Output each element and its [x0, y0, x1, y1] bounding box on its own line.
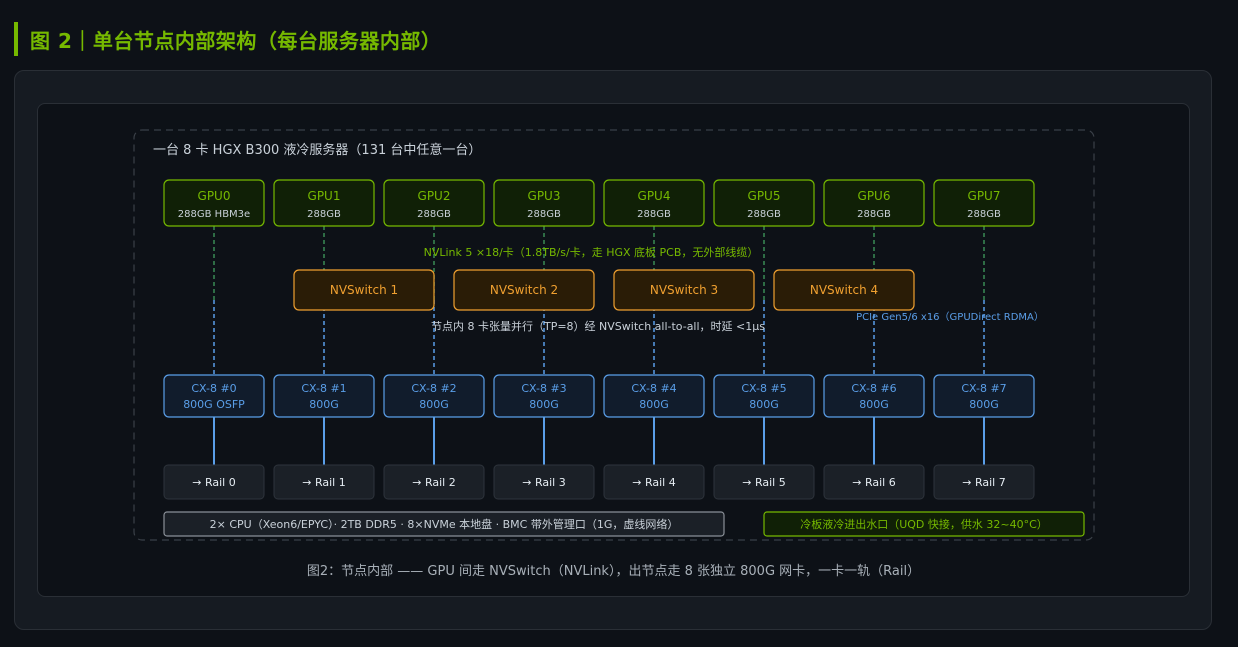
- gpu-1: GPU1 288GB: [273, 179, 375, 227]
- nic-name: CX-8 #1: [301, 382, 346, 395]
- rail-label: → Rail 7: [962, 476, 1005, 489]
- gpu-memory: 288GB: [637, 209, 671, 220]
- tp-note: 节点内 8 卡张量并行（TP=8）经 NVSwitch all-to-all，时…: [431, 319, 765, 333]
- nic-speed: 800G: [309, 398, 339, 411]
- rail-4: → Rail 4: [603, 464, 705, 500]
- nvswitch-3: NVSwitch 3: [613, 269, 755, 311]
- gpu-5: GPU5 288GB: [713, 179, 815, 227]
- gpu-memory: 288GB: [747, 209, 781, 220]
- rail-label: → Rail 6: [852, 476, 895, 489]
- gpu-memory: 288GB HBM3e: [178, 209, 250, 220]
- rail-label: → Rail 5: [742, 476, 785, 489]
- nic-speed: 800G: [969, 398, 999, 411]
- nic-name: CX-8 #2: [411, 382, 456, 395]
- nic-speed: 800G: [639, 398, 669, 411]
- gpu-4: GPU4 288GB: [603, 179, 705, 227]
- nvswitch-label: NVSwitch 4: [810, 283, 878, 297]
- rail-label: → Rail 0: [192, 476, 235, 489]
- nic-name: CX-8 #3: [521, 382, 566, 395]
- gpu-2: GPU2 288GB: [383, 179, 485, 227]
- gpu-name: GPU4: [638, 189, 671, 203]
- nic-speed: 800G: [859, 398, 889, 411]
- nic-speed: 800G: [419, 398, 449, 411]
- links-layer: [213, 226, 985, 465]
- rail-0: → Rail 0: [163, 464, 265, 500]
- rail-label: → Rail 1: [302, 476, 345, 489]
- nvswitch-4: NVSwitch 4: [773, 269, 915, 311]
- node-label: 一台 8 卡 HGX B300 液冷服务器（131 台中任意一台）: [153, 142, 481, 158]
- gpu-name: GPU7: [968, 189, 1001, 203]
- nic-name: CX-8 #0: [191, 382, 236, 395]
- nic-name: CX-8 #6: [851, 382, 896, 395]
- gpu-name: GPU1: [308, 189, 341, 203]
- rail-5: → Rail 5: [713, 464, 815, 500]
- gpu-memory: 288GB: [527, 209, 561, 220]
- nvswitch-1: NVSwitch 1: [293, 269, 435, 311]
- gpu-0: GPU0 288GB HBM3e: [163, 179, 265, 227]
- gpu-name: GPU6: [858, 189, 891, 203]
- nic-4: CX-8 #4 800G: [603, 374, 705, 418]
- nic-2: CX-8 #2 800G: [383, 374, 485, 418]
- figure-caption: 图2：节点内部 —— GPU 间走 NVSwitch（NVLink），出节点走 …: [306, 564, 921, 579]
- nic-speed: 800G: [749, 398, 779, 411]
- nic-layer: CX-8 #0800G OSFPCX-8 #1800GCX-8 #2800GCX…: [163, 374, 1035, 418]
- rail-6: → Rail 6: [823, 464, 925, 500]
- nic-speed: 800G: [529, 398, 559, 411]
- nvswitch-layer: NVSwitch 1 NVSwitch 2 NVSwitch 3 NVSwitch 4: [293, 269, 915, 311]
- nvswitch-label: NVSwitch 1: [330, 283, 398, 297]
- nic-name: CX-8 #7: [961, 382, 1006, 395]
- gpu-3: GPU3 288GB: [493, 179, 595, 227]
- cooling-note: 冷板液冷进出水口（UQD 快接，供水 32~40°C）: [800, 517, 1048, 531]
- rail-1: → Rail 1: [273, 464, 375, 500]
- nvlink-note: NVLink 5 ×18/卡（1.8TB/s/卡，走 HGX 底板 PCB，无外…: [424, 245, 759, 259]
- nic-7: CX-8 #7 800G: [933, 374, 1035, 418]
- nic-3: CX-8 #3 800G: [493, 374, 595, 418]
- pcie-note: PCIe Gen5/6 x16（GPUDirect RDMA）: [856, 311, 1044, 323]
- nvswitch-label: NVSwitch 2: [490, 283, 558, 297]
- gpu-6: GPU6 288GB: [823, 179, 925, 227]
- gpu-name: GPU3: [528, 189, 561, 203]
- rail-2: → Rail 2: [383, 464, 485, 500]
- rail-label: → Rail 2: [412, 476, 455, 489]
- gpu-memory: 288GB: [967, 209, 1001, 220]
- rail-7: → Rail 7: [933, 464, 1035, 500]
- rail-3: → Rail 3: [493, 464, 595, 500]
- gpu-name: GPU0: [198, 189, 231, 203]
- gpu-name: GPU5: [748, 189, 781, 203]
- node-diagram: 一台 8 卡 HGX B300 液冷服务器（131 台中任意一台） NVSwit…: [133, 129, 1095, 541]
- gpu-memory: 288GB: [307, 209, 341, 220]
- nvswitch-2: NVSwitch 2: [453, 269, 595, 311]
- nic-6: CX-8 #6 800G: [823, 374, 925, 418]
- nic-1: CX-8 #1 800G: [273, 374, 375, 418]
- rail-label: → Rail 4: [632, 476, 675, 489]
- nic-0: CX-8 #0 800G OSFP: [163, 374, 265, 418]
- nic-name: CX-8 #4: [631, 382, 676, 395]
- nic-speed: 800G OSFP: [183, 398, 245, 411]
- gpu-memory: 288GB: [417, 209, 451, 220]
- gpu-7: GPU7 288GB: [933, 179, 1035, 227]
- nic-name: CX-8 #5: [741, 382, 786, 395]
- gpu-name: GPU2: [418, 189, 451, 203]
- rail-layer: → Rail 0 → Rail 1 → Rail 2 → Rail 3 → Rail 4…: [163, 464, 1035, 500]
- gpu-layer: GPU0 288GB HBM3e GPU1 288GB GPU2 288GB GPU3 288…: [163, 179, 1035, 227]
- gpu-memory: 288GB: [857, 209, 891, 220]
- host-note: 2× CPU（Xeon6/EPYC）· 2TB DDR5 · 8×NVMe 本地…: [210, 517, 679, 531]
- nvswitch-label: NVSwitch 3: [650, 283, 718, 297]
- rail-label: → Rail 3: [522, 476, 565, 489]
- nic-5: CX-8 #5 800G: [713, 374, 815, 418]
